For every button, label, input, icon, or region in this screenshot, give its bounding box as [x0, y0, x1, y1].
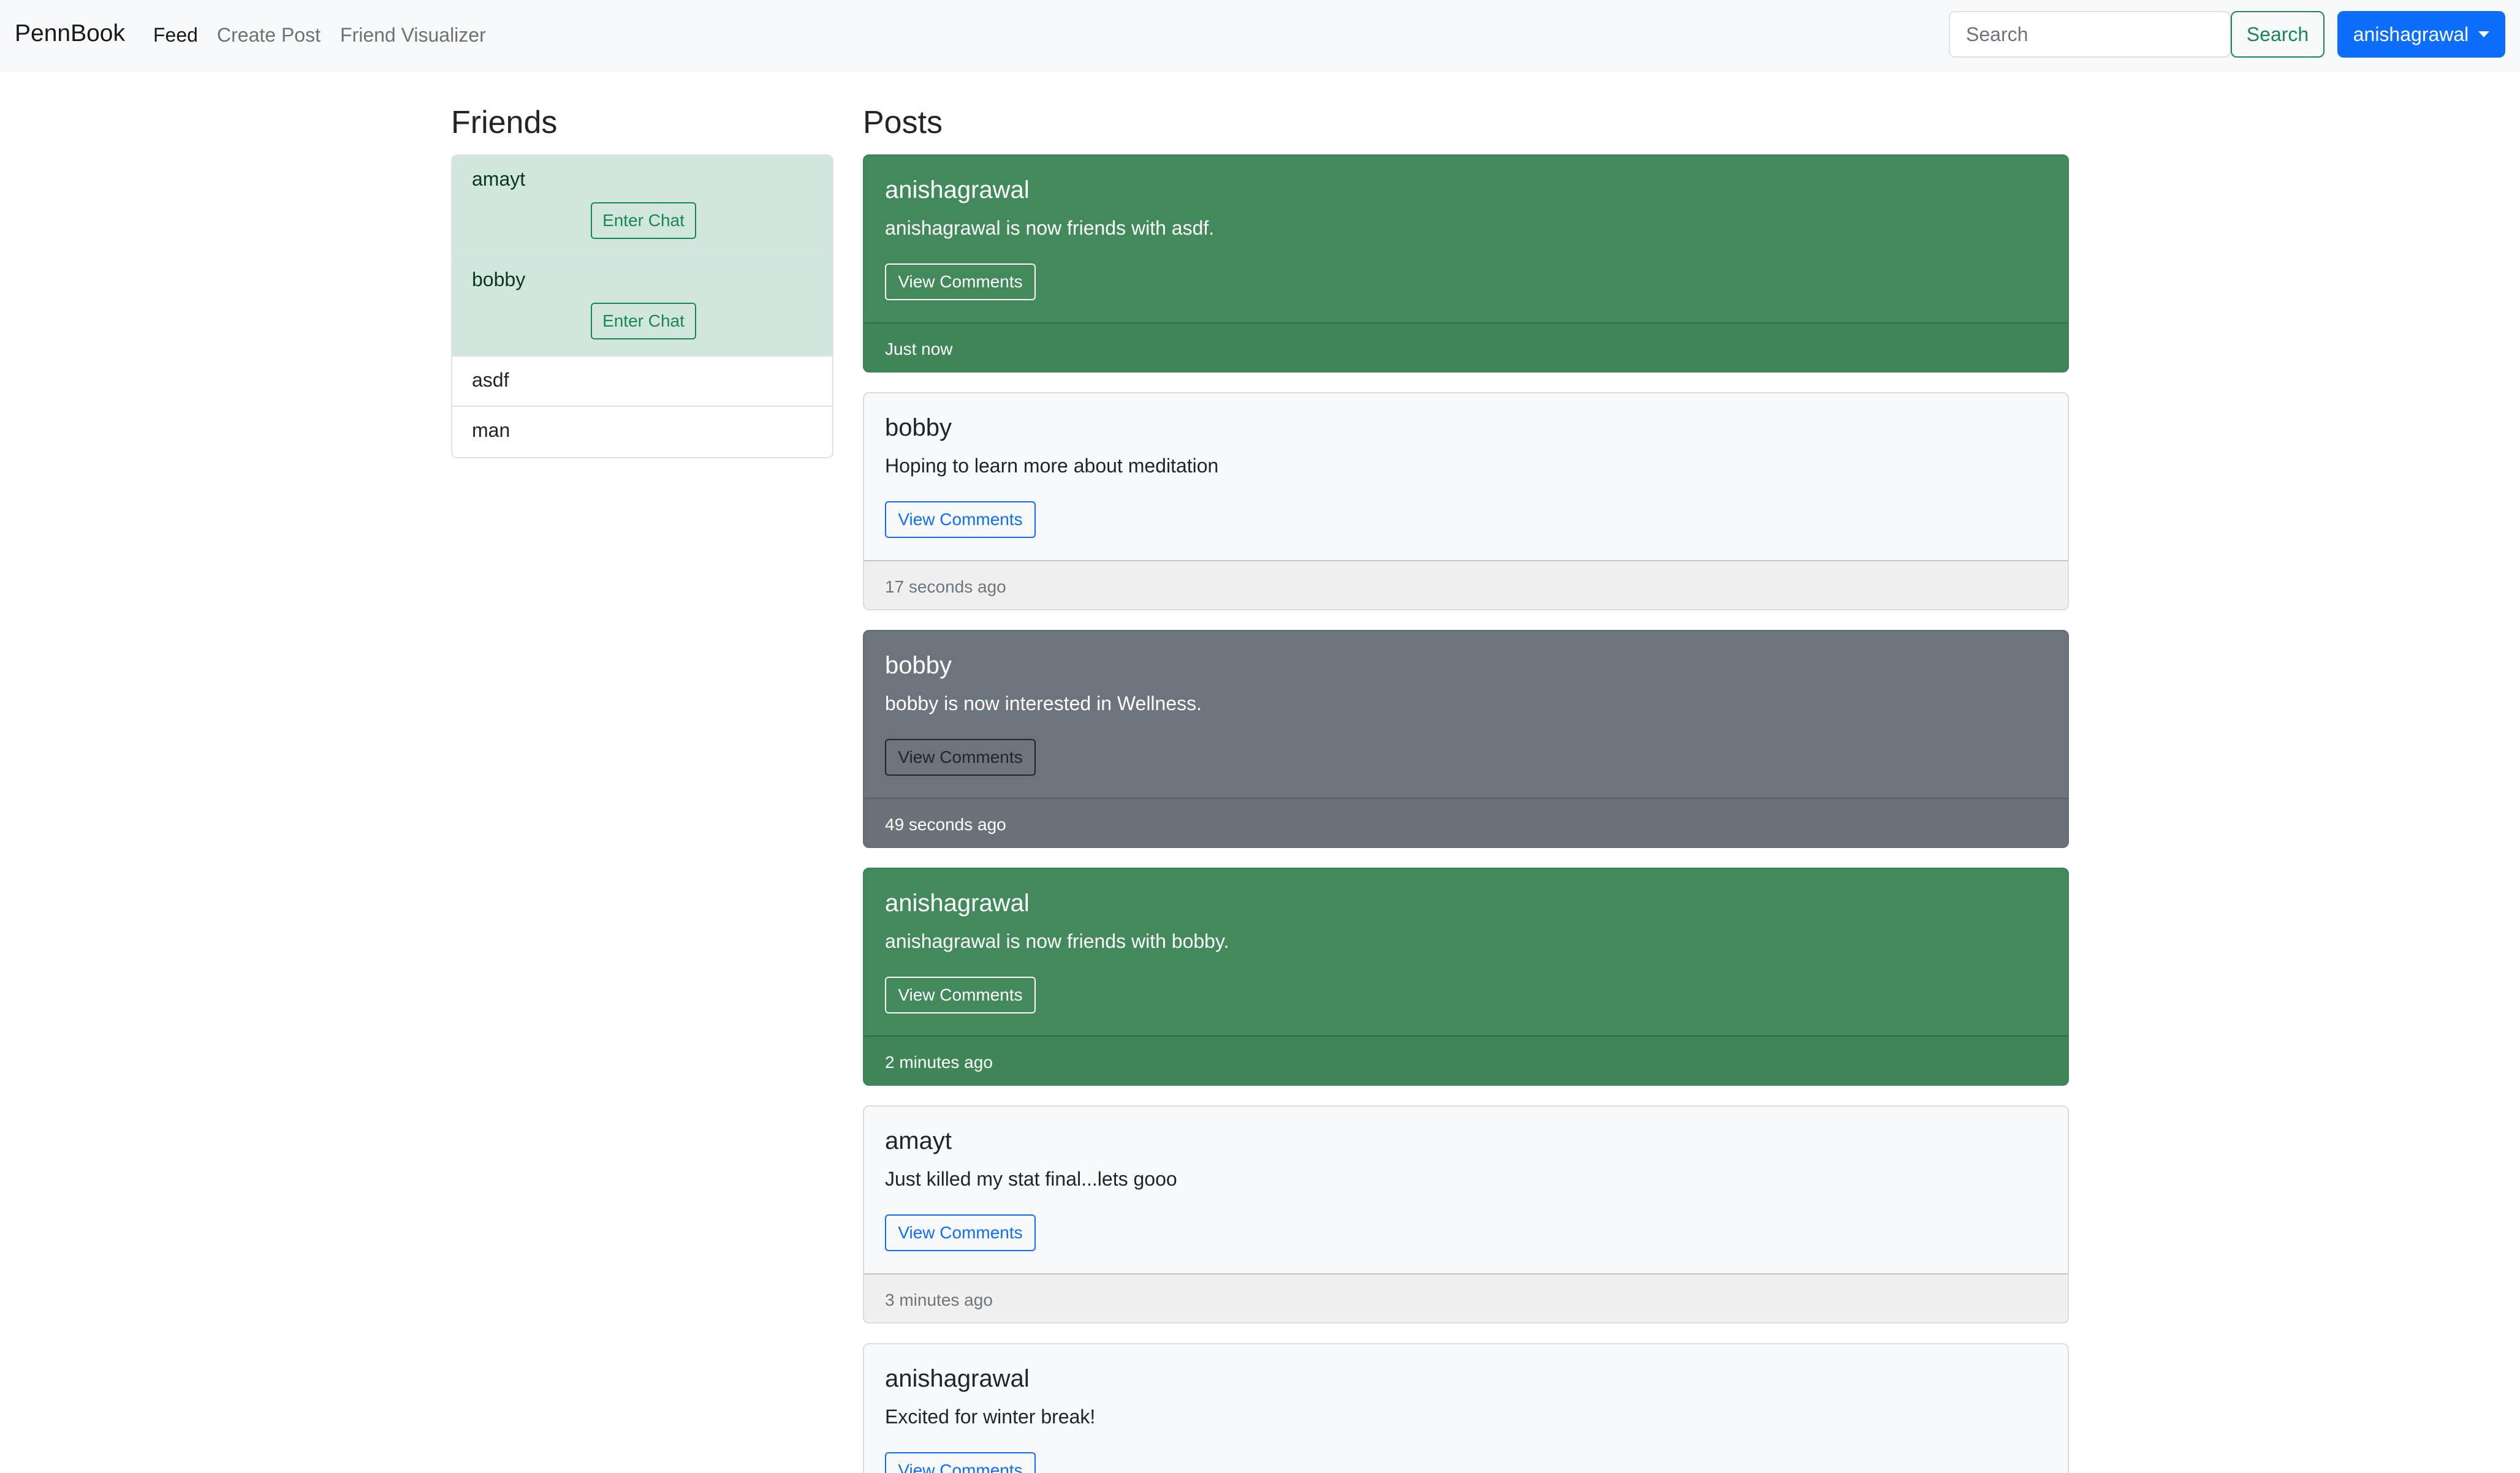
friend-item-amayt: amayt Enter Chat — [452, 156, 832, 256]
friends-list: amayt Enter Chat bobby Enter Chat asdf m… — [451, 154, 833, 458]
enter-chat-button[interactable]: Enter Chat — [591, 303, 696, 339]
user-dropdown-label: anishagrawal — [2353, 23, 2469, 45]
view-comments-button[interactable]: View Comments — [885, 739, 1036, 776]
post-timestamp: Just now — [864, 322, 2068, 371]
post-text: Hoping to learn more about meditation — [885, 455, 1219, 477]
post-timestamp: 2 minutes ago — [864, 1036, 2068, 1085]
friend-name: amayt — [472, 168, 526, 190]
post-author: bobby — [885, 652, 952, 679]
navbar: PennBook Feed Create Post Friend Visuali… — [0, 0, 2520, 72]
search-button[interactable]: Search — [2231, 11, 2325, 58]
post-author: anishagrawal — [885, 1365, 1030, 1392]
post-card: amayt Just killed my stat final...lets g… — [863, 1105, 2069, 1323]
post-timestamp: 49 seconds ago — [864, 798, 2068, 847]
enter-chat-button[interactable]: Enter Chat — [591, 202, 696, 239]
posts-heading: Posts — [863, 105, 943, 140]
nav-link-feed[interactable]: Feed — [153, 24, 198, 47]
friend-item-asdf: asdf — [452, 357, 832, 407]
post-author: bobby — [885, 414, 952, 441]
post-text: anishagrawal is now friends with asdf. — [885, 217, 1215, 239]
friend-item-bobby: bobby Enter Chat — [452, 256, 832, 357]
view-comments-button[interactable]: View Comments — [885, 1452, 1036, 1473]
post-author: anishagrawal — [885, 890, 1030, 917]
post-card: bobby bobby is now interested in Wellnes… — [863, 630, 2069, 848]
nav-link-friend-visualizer[interactable]: Friend Visualizer — [340, 24, 486, 47]
view-comments-button[interactable]: View Comments — [885, 501, 1036, 538]
friend-item-man: man — [452, 407, 832, 457]
post-author: amayt — [885, 1127, 952, 1154]
post-card: anishagrawal Excited for winter break! V… — [863, 1343, 2069, 1473]
post-card: anishagrawal anishagrawal is now friends… — [863, 154, 2069, 373]
post-author: anishagrawal — [885, 176, 1030, 203]
caret-down-icon — [2478, 31, 2490, 37]
view-comments-button[interactable]: View Comments — [885, 263, 1036, 300]
friend-name: asdf — [472, 369, 509, 391]
brand-link[interactable]: PennBook — [15, 20, 125, 47]
post-text: anishagrawal is now friends with bobby. — [885, 930, 1229, 952]
friend-name: man — [472, 419, 510, 441]
post-card: anishagrawal anishagrawal is now friends… — [863, 868, 2069, 1086]
view-comments-button[interactable]: View Comments — [885, 977, 1036, 1013]
post-text: Just killed my stat final...lets gooo — [885, 1168, 1177, 1190]
view-comments-button[interactable]: View Comments — [885, 1214, 1036, 1251]
user-dropdown-button[interactable]: anishagrawal — [2337, 11, 2505, 58]
friends-heading: Friends — [451, 105, 558, 140]
post-text: Excited for winter break! — [885, 1406, 1096, 1428]
post-timestamp: 17 seconds ago — [864, 560, 2068, 609]
post-timestamp: 3 minutes ago — [864, 1273, 2068, 1322]
search-input[interactable] — [1949, 11, 2231, 58]
friend-name: bobby — [472, 268, 526, 290]
nav-link-create-post[interactable]: Create Post — [217, 24, 321, 47]
post-card: bobby Hoping to learn more about meditat… — [863, 392, 2069, 610]
post-text: bobby is now interested in Wellness. — [885, 692, 1202, 714]
